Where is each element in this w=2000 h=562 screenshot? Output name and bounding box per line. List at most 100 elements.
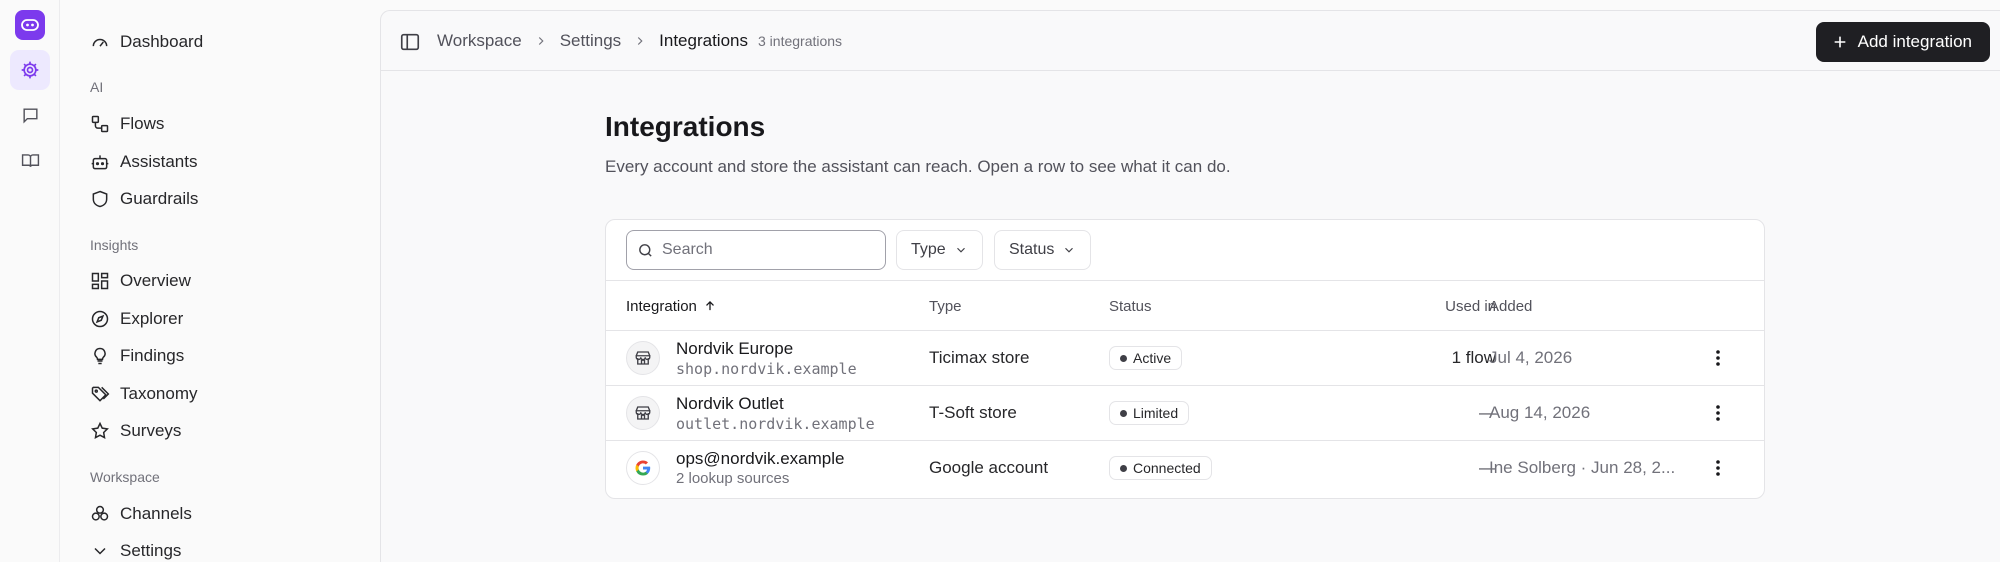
bot-icon bbox=[91, 155, 109, 170]
integration-type: Ticimax store bbox=[929, 348, 1030, 367]
search-input[interactable] bbox=[662, 241, 862, 259]
gauge-icon bbox=[92, 38, 108, 47]
integration-name: Nordvik Outlet bbox=[676, 394, 784, 413]
more-vertical-icon bbox=[1716, 350, 1720, 366]
docs-rail-button[interactable] bbox=[10, 140, 50, 180]
more-vertical-icon bbox=[1716, 460, 1720, 476]
search-box[interactable] bbox=[626, 230, 886, 270]
breadcrumb-settings[interactable]: Settings bbox=[560, 31, 621, 51]
column-header-integration[interactable]: Integration bbox=[626, 281, 717, 331]
chevron-down-icon bbox=[956, 247, 965, 253]
chat-rail-button[interactable] bbox=[10, 95, 50, 135]
type-filter-button[interactable]: Type bbox=[896, 230, 983, 270]
lightbulb-icon bbox=[94, 347, 106, 365]
column-header-used-in[interactable]: Used in bbox=[1406, 281, 1496, 331]
integration-name: Nordvik Europe bbox=[676, 339, 794, 358]
chevron-down-icon bbox=[94, 547, 106, 555]
table-body: Nordvik Europe shop.nordvik.example Tici… bbox=[606, 331, 1764, 498]
integrations-table-card: Type Status Integration Type Status Used… bbox=[605, 219, 1765, 499]
integration-type: T-Soft store bbox=[929, 403, 1017, 422]
status-cell: Connected bbox=[1109, 441, 1212, 495]
plus-icon bbox=[1834, 36, 1845, 48]
table-header: Integration Type Status Used in Added bbox=[606, 280, 1764, 331]
sidebar-item-flows[interactable]: Flows bbox=[90, 108, 164, 140]
status-badge: Active bbox=[1109, 346, 1183, 370]
row-actions-button[interactable] bbox=[1706, 401, 1730, 425]
status-cell: Limited bbox=[1109, 386, 1190, 440]
integration-name-cell: ops@nordvik.example 2 lookup sources bbox=[676, 449, 844, 489]
status-filter-button[interactable]: Status bbox=[994, 230, 1092, 270]
sidebar-item-overview[interactable]: Overview bbox=[90, 265, 191, 297]
app-logo-icon[interactable] bbox=[15, 10, 45, 40]
used-in-value: — bbox=[1479, 403, 1496, 422]
integration-name-cell: Nordvik Outlet outlet.nordvik.example bbox=[676, 394, 875, 434]
used-in-value: 1 flow bbox=[1451, 348, 1496, 367]
column-header-status[interactable]: Status bbox=[1109, 281, 1152, 331]
integration-name: ops@nordvik.example bbox=[676, 449, 845, 468]
table-row[interactable]: Nordvik Outlet outlet.nordvik.example T-… bbox=[606, 386, 1764, 441]
row-actions-button[interactable] bbox=[1706, 456, 1730, 480]
table-row[interactable]: ops@nordvik.example 2 lookup sources Goo… bbox=[606, 441, 1764, 496]
table-row[interactable]: Nordvik Europe shop.nordvik.example Tici… bbox=[606, 331, 1764, 386]
integration-domain: outlet.nordvik.example bbox=[676, 415, 875, 433]
store-icon bbox=[626, 341, 660, 375]
page-subtitle: Every account and store the assistant ca… bbox=[605, 157, 1231, 176]
breadcrumb: Workspace Settings Integrations 3 integr… bbox=[437, 11, 842, 71]
sidebar-item-taxonomy[interactable]: Taxonomy bbox=[90, 378, 197, 410]
message-icon bbox=[22, 107, 38, 124]
add-integration-button[interactable]: Add integration bbox=[1815, 22, 1990, 62]
search-icon bbox=[639, 243, 652, 257]
status-dot bbox=[1120, 464, 1127, 472]
sidebar: Dashboard AI Flows Assistants Guardrails… bbox=[60, 0, 380, 562]
status-dot bbox=[1120, 354, 1127, 362]
flow-icon bbox=[91, 115, 109, 133]
breadcrumb-integrations: Integrations bbox=[659, 31, 748, 50]
sidebar-item-assistants[interactable]: Assistants bbox=[90, 146, 197, 178]
sidebar-item-guardrails[interactable]: Guardrails bbox=[90, 183, 198, 215]
chevron-right-icon bbox=[637, 37, 643, 45]
breadcrumb-workspace[interactable]: Workspace bbox=[437, 31, 522, 51]
integration-name-cell: Nordvik Europe shop.nordvik.example bbox=[676, 339, 857, 379]
sidebar-item-findings[interactable]: Findings bbox=[90, 340, 184, 372]
chevron-down-icon bbox=[1065, 247, 1074, 253]
integration-type: Google account bbox=[929, 458, 1049, 477]
sidebar-toggle-icon[interactable] bbox=[399, 31, 421, 53]
shield-icon bbox=[92, 190, 108, 208]
added-date: Aug 14, 2026 bbox=[1489, 403, 1591, 422]
more-vertical-icon bbox=[1716, 405, 1720, 421]
sidebar-item-channels[interactable]: Channels bbox=[90, 498, 192, 530]
sidebar-item-explorer[interactable]: Explorer bbox=[90, 303, 183, 335]
sidebar-heading-insights: Insights bbox=[90, 237, 139, 253]
main-panel: Workspace Settings Integrations 3 integr… bbox=[380, 10, 2000, 562]
sidebar-item-dashboard[interactable]: Dashboard bbox=[90, 26, 203, 58]
row-actions-button[interactable] bbox=[1706, 346, 1730, 370]
added-date: Ine Solberg · Jun 28, 2... bbox=[1489, 458, 1676, 477]
compass-icon bbox=[91, 310, 109, 328]
column-header-added[interactable]: Added bbox=[1489, 281, 1532, 331]
dashboard-grid-icon bbox=[91, 272, 109, 290]
book-icon bbox=[21, 153, 39, 167]
settings-rail-button[interactable] bbox=[10, 50, 50, 90]
top-bar: Workspace Settings Integrations 3 integr… bbox=[381, 11, 2000, 71]
added-date: Jul 4, 2026 bbox=[1489, 348, 1573, 367]
gear-icon bbox=[21, 61, 39, 79]
status-badge: Connected bbox=[1109, 456, 1212, 480]
integration-domain: shop.nordvik.example bbox=[676, 360, 857, 378]
sidebar-heading-workspace: Workspace bbox=[90, 469, 160, 485]
store-icon bbox=[626, 396, 660, 430]
google-icon bbox=[626, 451, 660, 485]
integration-detail: 2 lookup sources bbox=[676, 470, 790, 487]
page-title: Integrations bbox=[605, 111, 766, 142]
tags-icon bbox=[91, 386, 110, 402]
status-cell: Active bbox=[1109, 331, 1183, 385]
sidebar-heading-ai: AI bbox=[90, 79, 104, 95]
used-in-value: — bbox=[1479, 458, 1496, 477]
sidebar-item-surveys[interactable]: Surveys bbox=[90, 415, 181, 447]
sort-ascending-icon bbox=[705, 301, 714, 311]
icon-rail bbox=[0, 0, 60, 562]
status-badge: Limited bbox=[1109, 401, 1190, 425]
column-header-type[interactable]: Type bbox=[929, 281, 962, 331]
sidebar-item-settings[interactable]: Settings bbox=[90, 535, 181, 562]
status-dot bbox=[1120, 409, 1127, 417]
star-icon bbox=[91, 421, 109, 439]
